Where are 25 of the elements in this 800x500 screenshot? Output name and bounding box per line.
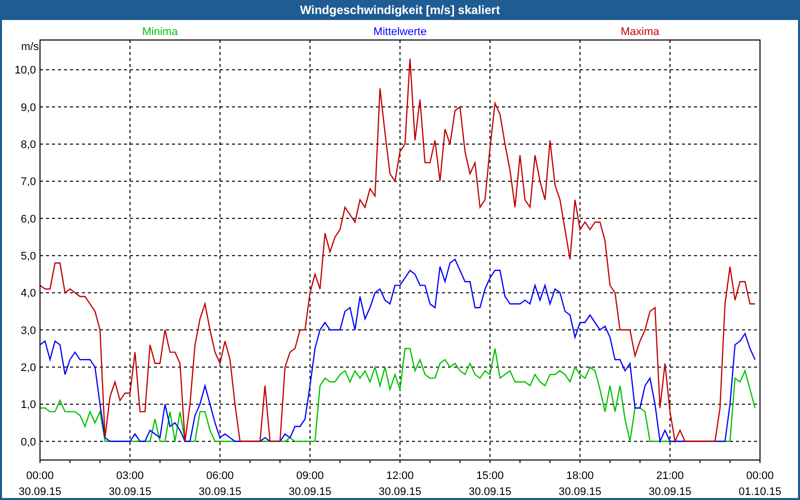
x-tick-label: 06:00 30.09.15: [198, 470, 242, 498]
x-tick-label: 15:00 30.09.15: [468, 470, 512, 498]
x-tick-label: 12:00 30.09.15: [378, 470, 422, 498]
x-tick-label: 18:00 30.09.15: [558, 470, 602, 498]
legend-label: Maxima: [620, 26, 660, 38]
y-tick-label: 1,0: [20, 399, 36, 412]
y-tick-label: 7,0: [20, 176, 36, 188]
x-tick-label: 00:00 30.09.15: [18, 470, 62, 498]
x-tick-label: 09:00 30.09.15: [288, 470, 332, 498]
x-tick-label: 21:00 30.09.15: [648, 470, 692, 498]
y-tick-label: 4,0: [20, 288, 36, 300]
x-tick-label: 03:00 30.09.15: [108, 470, 152, 498]
window-title: Windgeschwindigkeit [m/s] skaliert: [2, 0, 798, 20]
y-tick-label: 5,0: [20, 250, 36, 263]
y-tick-label: 3,0: [20, 324, 36, 337]
legend-label: Minima: [142, 26, 178, 38]
y-tick-label: 10,0: [14, 64, 36, 77]
y-tick-label: 2,0: [20, 362, 36, 374]
y-tick-label: 9,0: [20, 102, 36, 114]
y-tick-label: 0,0: [20, 436, 36, 448]
legend-label: Mittelwerte: [373, 26, 427, 38]
x-tick-label: 00:00 01.10.15: [738, 470, 782, 498]
y-tick-label: 8,0: [20, 139, 36, 152]
y-axis-unit: m/s: [21, 41, 39, 53]
y-tick-label: 6,0: [20, 213, 36, 226]
